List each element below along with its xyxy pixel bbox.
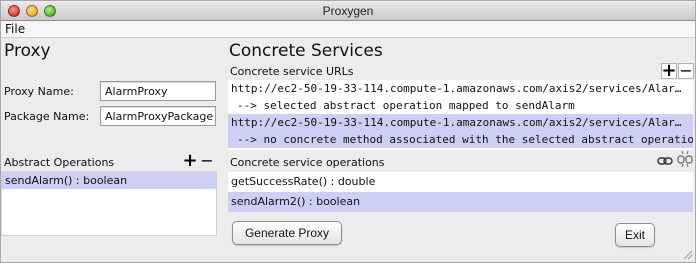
abstract-operations-label: Abstract Operations bbox=[4, 156, 115, 169]
url-mapping-note-selected: --> no concrete method associated with t… bbox=[228, 131, 693, 148]
package-name-label: Package Name: bbox=[4, 110, 90, 123]
concrete-services-heading: Concrete Services bbox=[229, 41, 383, 61]
list-item[interactable]: getSuccessRate() : double bbox=[228, 172, 693, 192]
title-bar: Proxygen bbox=[1, 1, 695, 21]
url-row-selected[interactable]: http://ec2-50-19-33-114.compute-1.amazon… bbox=[228, 114, 693, 131]
remove-abstract-operation-button[interactable]: − bbox=[199, 153, 215, 169]
proxy-heading: Proxy bbox=[4, 41, 51, 61]
link-operation-button[interactable] bbox=[657, 153, 673, 169]
proxy-name-field[interactable]: AlarmProxy bbox=[100, 81, 216, 101]
list-item[interactable]: sendAlarm() : boolean bbox=[2, 172, 216, 189]
concrete-operations-label: Concrete service operations bbox=[230, 156, 385, 169]
abstract-operations-list[interactable]: sendAlarm() : boolean bbox=[1, 171, 217, 236]
resize-grip-icon[interactable] bbox=[681, 248, 693, 260]
url-mapping-note: --> selected abstract operation mapped t… bbox=[237, 99, 575, 112]
menu-bar: File bbox=[1, 21, 695, 38]
concrete-operations-list[interactable]: getSuccessRate() : double sendAlarm2() :… bbox=[228, 172, 693, 212]
package-name-field[interactable]: AlarmProxyPackage bbox=[100, 106, 216, 126]
remove-url-button[interactable]: − bbox=[678, 63, 694, 79]
generate-proxy-button[interactable]: Generate Proxy bbox=[232, 221, 342, 245]
minus-icon: − bbox=[200, 151, 214, 170]
exit-button[interactable]: Exit bbox=[615, 223, 655, 247]
menu-file[interactable]: File bbox=[5, 22, 25, 36]
plus-icon: + bbox=[661, 60, 677, 81]
minus-icon: − bbox=[679, 61, 693, 80]
url-row[interactable]: http://ec2-50-19-33-114.compute-1.amazon… bbox=[228, 80, 693, 97]
plus-icon: + bbox=[182, 150, 198, 171]
unlink-icon bbox=[677, 150, 693, 168]
add-abstract-operation-button[interactable]: + bbox=[182, 150, 198, 171]
link-icon bbox=[657, 157, 673, 165]
unlink-operation-button[interactable] bbox=[676, 149, 694, 169]
window-title: Proxygen bbox=[322, 4, 374, 18]
add-url-button[interactable]: + bbox=[661, 60, 677, 81]
list-item-selected[interactable]: sendAlarm2() : boolean bbox=[228, 192, 693, 212]
concrete-urls-label: Concrete service URLs bbox=[230, 65, 354, 78]
proxy-name-label: Proxy Name: bbox=[4, 85, 74, 98]
concrete-urls-list[interactable]: http://ec2-50-19-33-114.compute-1.amazon… bbox=[228, 80, 693, 150]
proxygen-window: Proxygen File Proxy Proxy Name: AlarmPro… bbox=[0, 0, 696, 263]
